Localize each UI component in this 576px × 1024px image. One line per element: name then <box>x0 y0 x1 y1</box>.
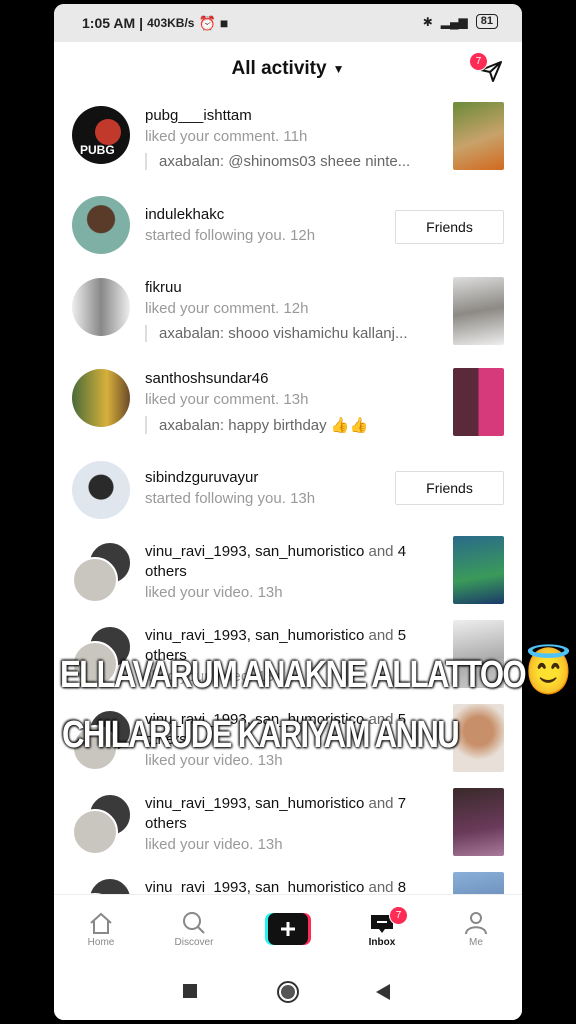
username[interactable]: fikruu <box>145 279 182 296</box>
username[interactable]: sibindzguruvayur <box>145 469 258 486</box>
system-nav-bar <box>54 962 522 1020</box>
tab-discover[interactable]: Discover <box>159 909 229 948</box>
phone-screen: 1:05 AM | 403KB/s ⏰ ■ ✱ ▂▄▆ 81 All activ… <box>54 4 522 1020</box>
timestamp: 12h <box>290 227 316 244</box>
home-nav-icon[interactable] <box>276 980 300 1004</box>
activity-text: liked your comment. <box>145 391 280 408</box>
comment-quote: axabalan: happy birthday 👍👍 <box>145 416 437 434</box>
username[interactable]: san_humoristico <box>255 795 364 812</box>
friends-button[interactable]: Friends <box>395 210 504 244</box>
video-thumbnail[interactable] <box>453 788 504 856</box>
avatar[interactable] <box>72 278 130 336</box>
username[interactable]: san_humoristico <box>255 627 364 644</box>
activity-text: started following you. <box>145 490 286 507</box>
tab-home[interactable]: Home <box>66 909 136 948</box>
username[interactable]: vinu_ravi_1993 <box>145 795 247 812</box>
avatar[interactable] <box>72 461 130 519</box>
group-avatar[interactable] <box>72 877 132 894</box>
create-video-button[interactable] <box>265 913 311 945</box>
username[interactable]: vinu_ravi_1993 <box>145 543 247 560</box>
video-thumbnail[interactable] <box>453 277 504 345</box>
username[interactable]: pubg___ishttam <box>145 107 252 124</box>
bluetooth-icon: ✱ <box>422 14 433 29</box>
activity-filter-dropdown[interactable]: All activity ▼ <box>54 58 522 80</box>
avatar[interactable]: PUBG <box>72 106 130 164</box>
timestamp: 13h <box>283 391 309 408</box>
group-avatar[interactable] <box>72 793 132 855</box>
page-header: All activity ▼ 7 <box>54 44 522 100</box>
back-icon[interactable] <box>376 984 390 1000</box>
signal-icon: ▂▄▆ <box>440 14 468 29</box>
avatar[interactable] <box>72 369 130 427</box>
activity-text: liked your comment. <box>145 300 280 317</box>
activity-text: started following you. <box>145 227 286 244</box>
inbox-badge: 7 <box>389 906 408 925</box>
search-icon <box>183 912 205 934</box>
activity-list: PUBG pubg___ishttam liked your comment. … <box>54 100 522 894</box>
activity-text: liked your video. <box>145 584 254 601</box>
video-icon: ■ <box>219 15 229 31</box>
username[interactable]: san_humoristico <box>255 879 364 894</box>
comment-quote: axabalan: @shinoms03 sheee ninte... <box>145 153 437 170</box>
profile-icon <box>465 912 487 935</box>
page-title: All activity <box>231 58 327 79</box>
video-thumbnail[interactable] <box>453 368 504 436</box>
username[interactable]: santhoshsundar46 <box>145 370 268 387</box>
friends-button[interactable]: Friends <box>395 471 504 505</box>
username[interactable]: indulekhakc <box>145 206 224 223</box>
status-time: 1:05 AM <box>82 15 136 31</box>
caption-overlay-line1: ELLAVARUM ANAKNE ALLATTOO😇 <box>60 645 572 697</box>
network-speed: 403KB/s <box>147 16 195 30</box>
pubg-logo-icon: PUBG <box>80 119 121 157</box>
video-thumbnail[interactable] <box>453 102 504 170</box>
timestamp: 12h <box>283 300 309 317</box>
timestamp: 11h <box>283 128 308 145</box>
battery-indicator: 81 <box>475 14 498 29</box>
alarm-icon: ⏰ <box>198 14 216 31</box>
username[interactable]: vinu_ravi_1993 <box>145 627 247 644</box>
timestamp: 13h <box>290 490 316 507</box>
timestamp: 13h <box>257 836 283 853</box>
video-thumbnail[interactable] <box>453 872 504 894</box>
comment-quote: axabalan: shooo vishamichu kallanj... <box>145 325 437 342</box>
home-icon <box>90 912 112 934</box>
message-badge: 7 <box>469 52 488 71</box>
bottom-tab-bar: Home Discover Inbox 7 Me <box>54 894 522 963</box>
username[interactable]: vinu_ravi_1993 <box>145 879 247 894</box>
group-avatar[interactable] <box>72 541 132 603</box>
avatar[interactable] <box>72 196 130 254</box>
timestamp: 13h <box>257 584 283 601</box>
activity-text: liked your video. <box>145 836 254 853</box>
caret-down-icon: ▼ <box>332 61 345 76</box>
caption-overlay-line2: CHILARUDE KARIYAM ANNU <box>62 714 460 756</box>
svg-text:PUBG: PUBG <box>80 143 115 157</box>
activity-text: liked your comment. <box>145 128 280 145</box>
username[interactable]: san_humoristico <box>255 543 364 560</box>
video-thumbnail[interactable] <box>453 536 504 604</box>
angel-emoji: 😇 <box>525 645 572 697</box>
status-bar: 1:05 AM | 403KB/s ⏰ ■ ✱ ▂▄▆ 81 <box>54 4 522 42</box>
recents-icon[interactable] <box>183 984 197 998</box>
tab-me[interactable]: Me <box>441 909 511 948</box>
